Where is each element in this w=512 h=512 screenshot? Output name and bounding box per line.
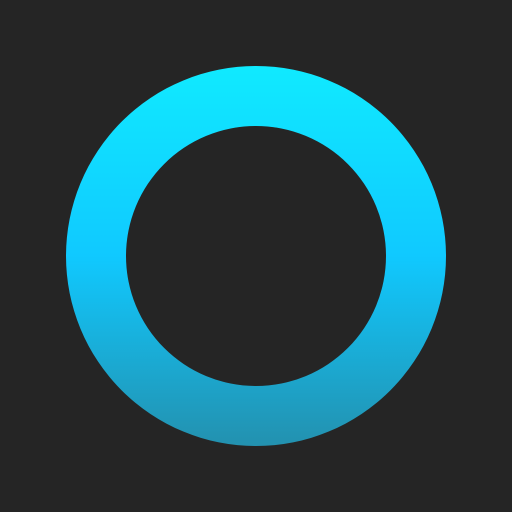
ring-icon	[0, 0, 512, 512]
app-icon	[0, 0, 512, 512]
